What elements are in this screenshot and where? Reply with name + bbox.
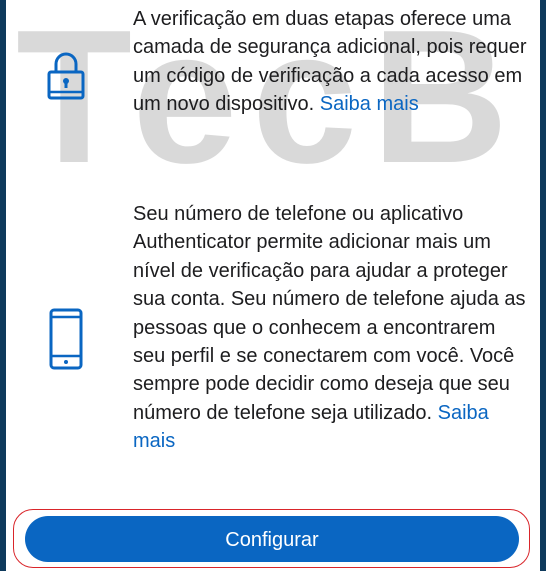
lock-icon — [46, 50, 86, 107]
two-step-description: A verificação em duas etapas oferece uma… — [133, 5, 533, 119]
phone-text: Seu número de telefone ou aplicativo Aut… — [133, 203, 526, 424]
phone-description: Seu número de telefone ou aplicativo Aut… — [133, 200, 533, 456]
settings-panel: TecB A verificação em duas etapas oferec… — [6, 0, 540, 571]
learn-more-link-two-step[interactable]: Saiba mais — [320, 93, 419, 115]
configure-button[interactable]: Configurar — [25, 516, 519, 562]
smartphone-icon — [49, 308, 83, 375]
